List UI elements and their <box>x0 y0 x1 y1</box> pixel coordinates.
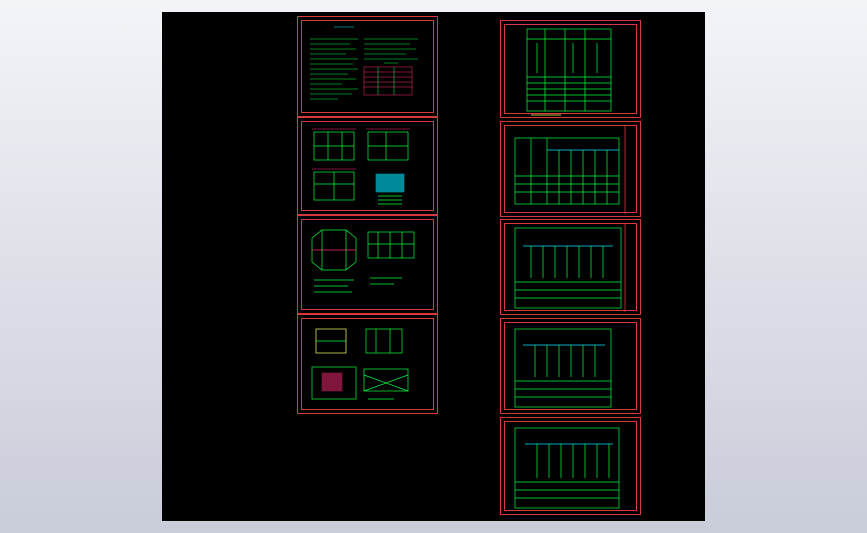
sheet-distribution-board-2[interactable] <box>500 219 641 315</box>
design-notes-drawing <box>310 26 418 100</box>
sheet-distribution-board-1[interactable] <box>500 121 641 217</box>
distribution-board-3-drawing <box>514 328 612 408</box>
floor-plans-drawing <box>312 128 410 205</box>
details-drawing <box>311 328 409 400</box>
roof-elevation-drawing <box>311 229 415 293</box>
sheet-details[interactable] <box>297 314 438 414</box>
sheet-design-notes[interactable] <box>297 16 438 117</box>
distribution-board-2-drawing <box>514 224 626 312</box>
system-diagram-drawing <box>526 28 612 116</box>
distribution-board-1-drawing <box>514 126 626 214</box>
sheet-distribution-board-3[interactable] <box>500 318 641 414</box>
sheet-floor-plans[interactable] <box>297 117 438 215</box>
sheet-roof-elevation[interactable] <box>297 215 438 314</box>
sheet-system-diagram[interactable] <box>500 20 641 118</box>
cad-drawing-viewport[interactable] <box>162 12 705 521</box>
sheet-distribution-board-4[interactable] <box>500 417 641 515</box>
distribution-board-4-drawing <box>514 427 620 509</box>
